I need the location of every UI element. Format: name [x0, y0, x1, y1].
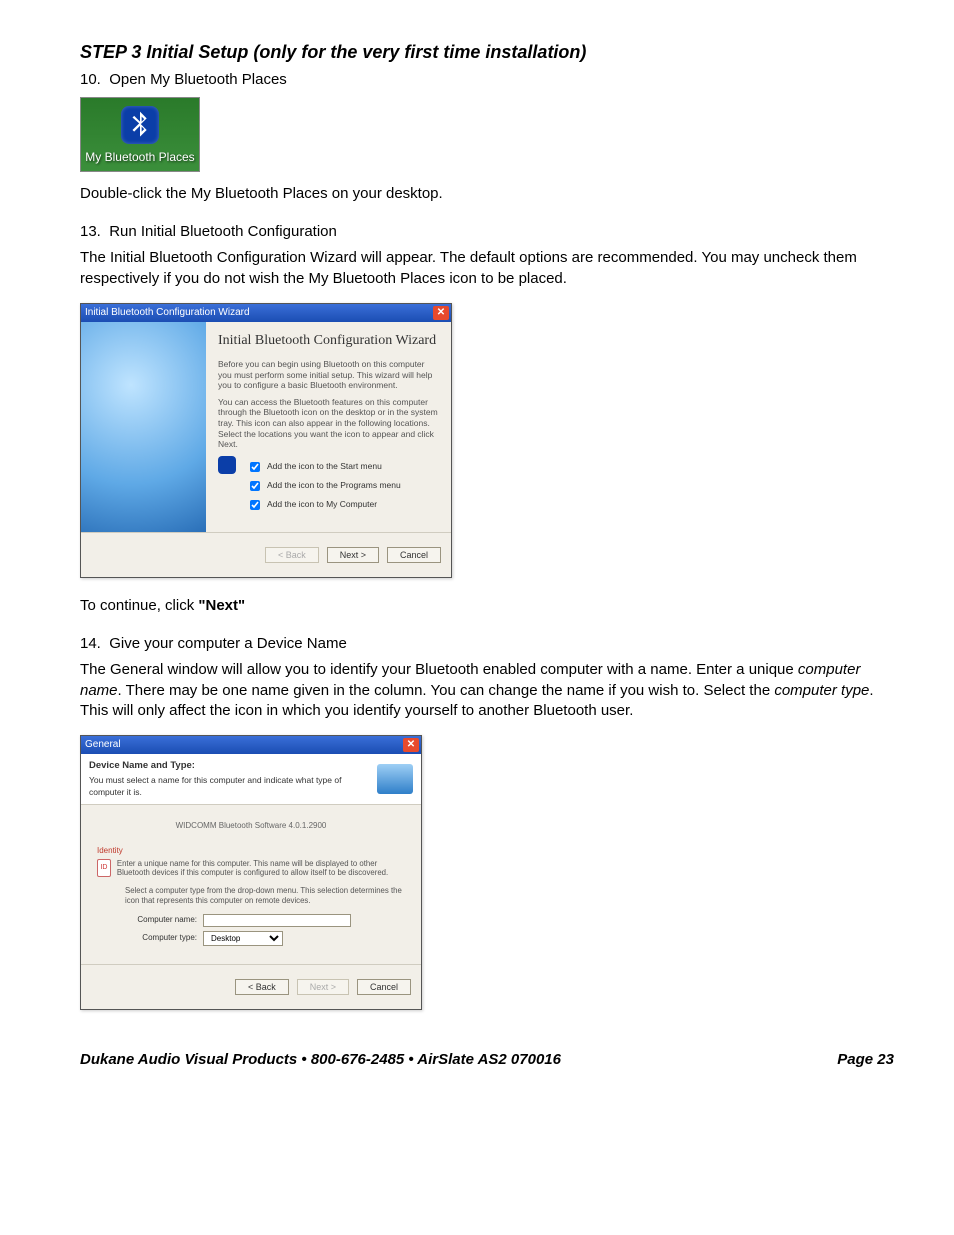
wizard1-heading: Initial Bluetooth Configuration Wizard: [218, 332, 439, 351]
wizard2-header-bold: Device Name and Type:: [89, 760, 369, 773]
wizard2-title-text: General: [85, 738, 121, 752]
step14-number: 14.: [80, 635, 101, 652]
footer-left: Dukane Audio Visual Products • 800-676-2…: [80, 1050, 561, 1070]
step14-line: 14. Give your computer a Device Name: [80, 634, 894, 654]
step13-number: 13.: [80, 223, 101, 240]
term-computer-type: computer type: [774, 682, 869, 699]
close-icon[interactable]: ✕: [433, 306, 449, 320]
step13-line: 13. Run Initial Bluetooth Configuration: [80, 222, 894, 242]
wizard2-button-bar: < Back Next > Cancel: [81, 964, 421, 1009]
cancel-button[interactable]: Cancel: [357, 979, 411, 995]
step13-body: The Initial Bluetooth Configuration Wiza…: [80, 248, 894, 289]
continue-next-bold: "Next": [198, 597, 245, 614]
wizard1-side-graphic: [81, 322, 206, 532]
step14-body-b: . There may be one name given in the col…: [118, 682, 775, 699]
wizard2-titlebar: General ✕: [81, 736, 421, 754]
computer-name-input[interactable]: [203, 914, 351, 927]
chk-programs-menu[interactable]: [250, 481, 260, 491]
chk-my-computer[interactable]: [250, 500, 260, 510]
step10-line: 10. Open My Bluetooth Places: [80, 70, 894, 90]
step10-number: 10.: [80, 71, 101, 88]
identity-card-icon: ID: [97, 859, 111, 877]
close-icon[interactable]: ✕: [403, 738, 419, 752]
cancel-button[interactable]: Cancel: [387, 547, 441, 563]
step14-body: The General window will allow you to ide…: [80, 660, 894, 721]
chk-programs-menu-label: Add the icon to the Programs menu: [267, 480, 401, 491]
general-dialog: General ✕ Device Name and Type: You must…: [80, 735, 422, 1009]
computer-type-label: Computer type:: [127, 933, 197, 944]
identity-text1: Enter a unique name for this computer. T…: [117, 859, 405, 878]
identity-section-label: Identity: [97, 846, 405, 857]
computer-name-label: Computer name:: [127, 915, 197, 926]
my-bluetooth-places-desktop-icon[interactable]: My Bluetooth Places: [80, 97, 200, 172]
continue-line: To continue, click "Next": [80, 596, 894, 616]
step10-text: Open My Bluetooth Places: [109, 71, 287, 88]
back-button: < Back: [265, 547, 319, 563]
chk-start-menu[interactable]: [250, 462, 260, 472]
wizard1-title-text: Initial Bluetooth Configuration Wizard: [85, 306, 250, 320]
initial-bluetooth-wizard-dialog: Initial Bluetooth Configuration Wizard ✕…: [80, 303, 452, 578]
continue-text-a: To continue, click: [80, 597, 198, 614]
wizard2-header-text: You must select a name for this computer…: [89, 775, 341, 796]
computer-type-select[interactable]: Desktop: [203, 931, 283, 946]
wizard1-titlebar: Initial Bluetooth Configuration Wizard ✕: [81, 304, 451, 322]
footer-right: Page 23: [837, 1050, 894, 1070]
chk-start-menu-label: Add the icon to the Start menu: [267, 461, 382, 472]
desktop-icon-label: My Bluetooth Places: [85, 149, 195, 165]
bluetooth-icon: [121, 106, 159, 144]
chk-my-computer-label: Add the icon to My Computer: [267, 499, 377, 510]
after-icon-text: Double-click the My Bluetooth Places on …: [80, 184, 894, 204]
step3-heading: STEP 3 Initial Setup (only for the very …: [80, 40, 894, 64]
step14-title: Give your computer a Device Name: [109, 635, 347, 652]
page-footer: Dukane Audio Visual Products • 800-676-2…: [80, 1050, 894, 1070]
step14-body-a: The General window will allow you to ide…: [80, 661, 798, 678]
bluetooth-icon: [218, 456, 236, 474]
wizard1-button-bar: < Back Next > Cancel: [81, 532, 451, 577]
next-button[interactable]: Next >: [327, 547, 379, 563]
software-version: WIDCOMM Bluetooth Software 4.0.1.2900: [97, 821, 405, 832]
back-button[interactable]: < Back: [235, 979, 289, 995]
monitor-icon: [377, 764, 413, 794]
identity-text2: Select a computer type from the drop-dow…: [125, 886, 405, 905]
wizard2-header: Device Name and Type: You must select a …: [81, 754, 421, 805]
step13-title: Run Initial Bluetooth Configuration: [109, 223, 337, 240]
next-button: Next >: [297, 979, 349, 995]
bluetooth-glyph: [130, 111, 150, 139]
wizard1-p1: Before you can begin using Bluetooth on …: [218, 359, 439, 391]
wizard1-p2: You can access the Bluetooth features on…: [218, 397, 439, 450]
